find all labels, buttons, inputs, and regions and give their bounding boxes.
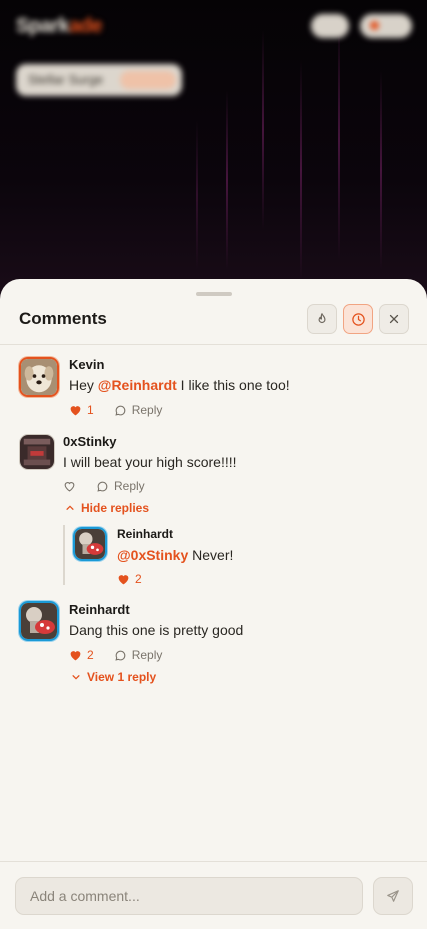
comment-actions: Reply — [63, 479, 145, 493]
comment-username[interactable]: 0xStinky — [63, 434, 116, 449]
chevron-up-icon — [66, 505, 74, 510]
reply-text: @0xStinky Never! — [117, 547, 234, 563]
mushroom-avatar-icon — [75, 529, 105, 559]
sort-recent-button[interactable] — [343, 304, 373, 334]
comment-actions: 1 Reply — [69, 403, 162, 417]
dog-avatar[interactable] — [19, 357, 59, 397]
like-button[interactable]: 1 — [69, 403, 94, 417]
hide-replies-button[interactable]: Hide replies — [65, 501, 149, 515]
like-count: 1 — [87, 403, 94, 417]
header-divider — [0, 344, 427, 345]
background-streak — [262, 30, 264, 230]
mushroom-avatar[interactable] — [19, 601, 59, 641]
heart-outline-icon — [64, 482, 75, 492]
comment-text: I will beat your high score!!!! — [63, 454, 237, 470]
background-topbar: Sparkade — [0, 0, 427, 60]
app-logo: Sparkade — [16, 15, 103, 37]
mushroom-avatar[interactable] — [73, 527, 107, 561]
heart-filled-icon — [118, 575, 129, 585]
background-streak — [380, 70, 382, 270]
background-streak — [196, 120, 198, 270]
reply-button[interactable]: Reply — [114, 648, 162, 662]
like-button[interactable]: 2 — [117, 572, 142, 586]
comment-username[interactable]: Reinhardt — [69, 602, 130, 617]
reply-actions: 2 — [117, 572, 162, 586]
sort-popular-button[interactable] — [307, 304, 337, 334]
comments-title: Comments — [19, 309, 107, 328]
comment-text: Hey @Reinhardt I like this one too! — [69, 377, 290, 393]
like-count: 2 — [135, 572, 142, 586]
like-button[interactable]: 2 — [69, 648, 94, 662]
heart-filled-icon — [70, 406, 81, 416]
chevron-down-icon — [72, 675, 80, 680]
comment-text: Dang this one is pretty good — [69, 622, 244, 638]
like-count: 2 — [87, 648, 94, 662]
comment-actions: 2 Reply — [69, 648, 162, 662]
pixel-avatar-icon — [20, 435, 54, 469]
view-replies-button[interactable]: View 1 reply — [71, 670, 156, 684]
background-app: Sparkade Stellar Surge — [0, 0, 427, 300]
speech-bubble-icon — [115, 650, 126, 661]
reply-thread-line — [63, 525, 65, 585]
comment-input[interactable] — [15, 877, 363, 915]
close-icon — [389, 314, 399, 324]
background-chip: Stellar Surge — [16, 64, 182, 96]
mushroom-avatar-icon — [21, 603, 57, 639]
clock-icon — [351, 312, 365, 326]
background-pill — [311, 14, 349, 38]
background-streak — [226, 90, 228, 270]
send-button[interactable] — [373, 877, 413, 915]
like-button[interactable] — [63, 480, 76, 492]
background-pill — [360, 14, 412, 38]
speech-bubble-icon — [115, 405, 126, 416]
mention-link[interactable]: @Reinhardt — [98, 377, 177, 393]
comment-composer — [0, 861, 427, 929]
comments-sheet: Comments Kevin Hey @Reinhardt I like thi… — [0, 279, 427, 929]
reply-button[interactable]: Reply — [114, 403, 162, 417]
speech-bubble-icon — [97, 481, 108, 492]
comment-username[interactable]: Kevin — [69, 357, 104, 372]
mention-link[interactable]: @0xStinky — [117, 547, 188, 563]
pixel-avatar[interactable] — [19, 434, 55, 470]
background-streak — [300, 60, 302, 280]
flame-icon — [318, 313, 326, 324]
reply-username[interactable]: Reinhardt — [117, 527, 173, 541]
dog-avatar-icon — [21, 359, 57, 395]
send-icon — [387, 890, 399, 902]
drag-handle[interactable] — [196, 292, 232, 296]
close-button[interactable] — [379, 304, 409, 334]
heart-filled-icon — [70, 651, 81, 661]
reply-button[interactable]: Reply — [96, 479, 145, 493]
